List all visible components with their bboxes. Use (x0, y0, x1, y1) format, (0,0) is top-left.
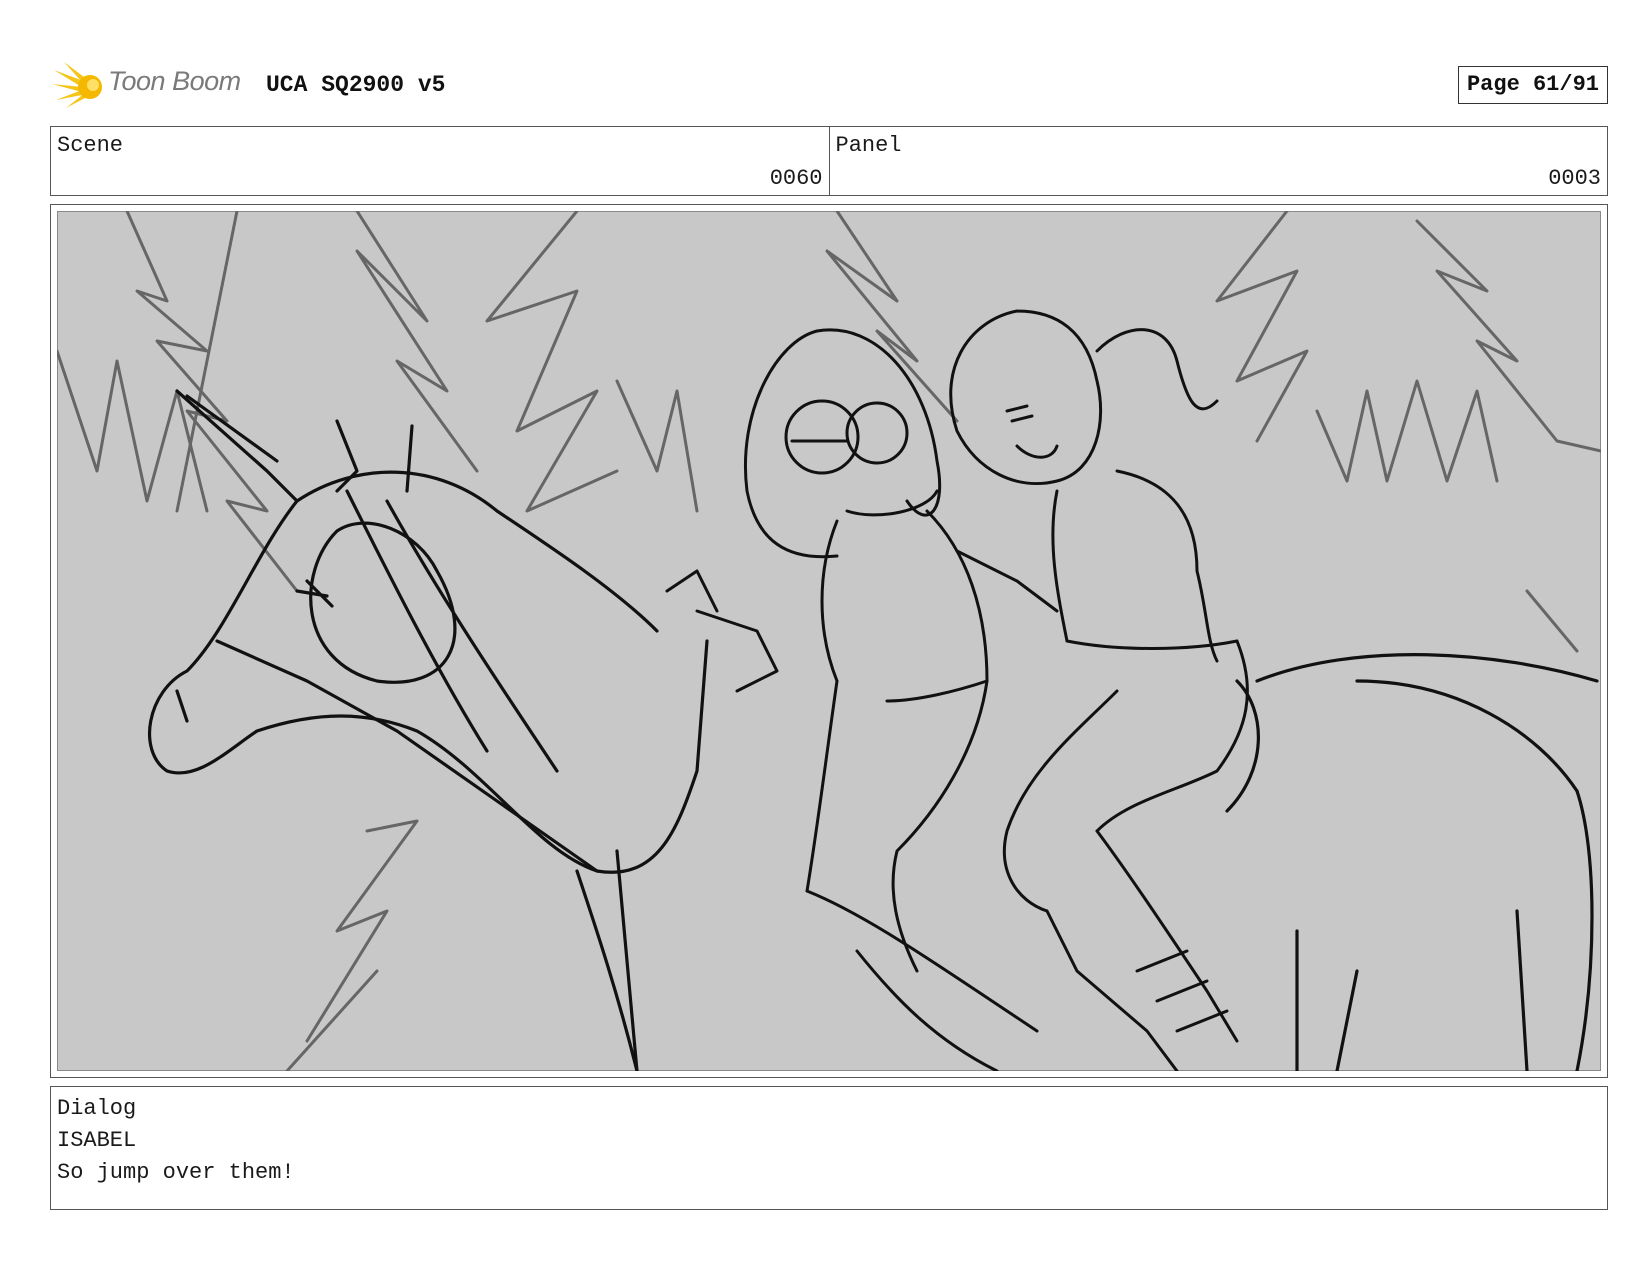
panel-cell: Panel 0003 (828, 127, 1608, 195)
toon-boom-burst-icon (52, 62, 102, 108)
brand-name: Toon Boom (108, 66, 241, 96)
dialog-box: Dialog ISABEL So jump over them! (50, 1086, 1608, 1210)
scene-cell: Scene 0060 (51, 127, 829, 195)
scene-number: 0060 (769, 166, 823, 191)
scene-label: Scene (57, 133, 124, 158)
page-indicator: Page 61/91 (1457, 66, 1608, 104)
panel-label: Panel (835, 133, 902, 158)
scene-panel-info: Scene 0060 Panel 0003 (50, 126, 1608, 196)
dialog-line: So jump over them! (57, 1160, 295, 1185)
dialog-label: Dialog (57, 1096, 137, 1121)
storyboard-panel (50, 204, 1608, 1078)
panel-number: 0003 (1548, 166, 1601, 191)
dialog-character: ISABEL (57, 1128, 137, 1153)
page-header: Toon Boom UCA SQ2900 v5 Page 61/91 (52, 56, 1608, 112)
document-title: UCA SQ2900 v5 (266, 72, 446, 98)
storyboard-sketch (57, 211, 1601, 1071)
